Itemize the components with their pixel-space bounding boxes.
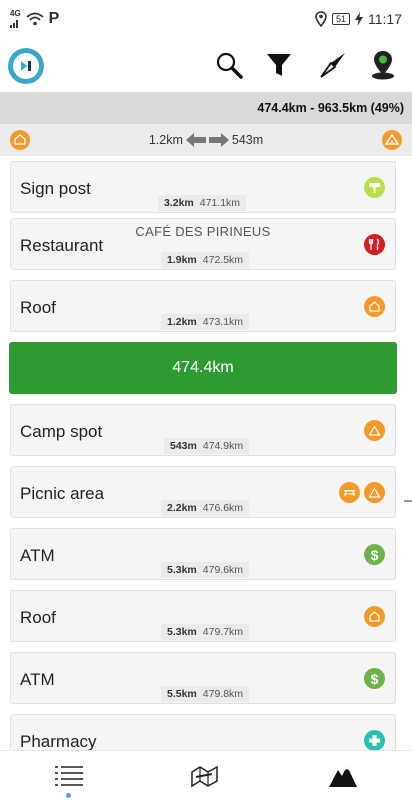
item-distance: 5.3km 479.6km [161,562,250,578]
list-item[interactable]: Roof 5.3km 479.7km [10,590,396,642]
toolbar [0,38,412,92]
item-name: Pharmacy [20,732,97,750]
camp-icon [364,482,385,503]
list-item[interactable]: ATM 5.5km 479.8km $ [10,652,396,704]
item-name: Roof [20,298,56,317]
next-distance: 543m [231,133,264,147]
arrow-right-icon [208,133,229,147]
signpost-icon [364,177,385,198]
atm-icon: $ [364,544,385,565]
item-name: Restaurant [20,236,104,255]
nearby-distance-row: 1.2km 543m [0,124,412,156]
arrow-left-icon [185,133,206,147]
list-item[interactable]: ATM 5.3km 479.6km $ [10,528,396,580]
battery-icon: 51 [331,13,350,25]
item-distance: 1.9km 472.5km [161,252,250,268]
app-screen: 4G P 51 11:17 474.4km - 963.5km (49%) 1.… [0,0,412,800]
filter-icon[interactable] [264,50,294,80]
previous-distance: 1.2km [148,133,183,147]
item-distance: 543m 474.9km [164,438,250,454]
item-name: Camp spot [20,422,103,441]
item-distance: 1.2km 473.1km [161,314,250,330]
parking-app-icon: P [48,10,60,27]
status-bar: 4G P 51 11:17 [0,0,412,38]
list-item[interactable]: Pharmacy [10,714,396,750]
map-icon[interactable] [190,763,220,789]
list-item[interactable]: Sign post 3.2km 471.1km [10,161,396,213]
list-icon[interactable] [54,763,84,789]
item-name: ATM [20,546,55,565]
active-tab-indicator [66,793,71,798]
roof-icon [364,606,385,627]
restaurant-icon [364,234,385,255]
current-position-banner[interactable]: 474.4km [9,342,397,394]
camp-icon [364,420,385,441]
compass-icon[interactable] [318,50,348,80]
item-name: Roof [20,608,56,627]
progress-summary: 474.4km - 963.5km (49%) [0,92,412,124]
camp-icon[interactable] [382,130,402,155]
list-item[interactable]: Camp spot 543m 474.9km [10,404,396,456]
location-icon [315,11,327,27]
bottom-navigation [0,750,412,800]
poi-list[interactable]: Sign post 3.2km 471.1km Restaurant CAFÉ D… [0,156,412,750]
elevation-icon[interactable] [328,763,358,789]
roof-icon [364,296,385,317]
atm-icon: $ [364,668,385,689]
app-logo-icon[interactable] [8,48,44,84]
charging-icon [355,12,363,26]
item-name: ATM [20,670,55,689]
map-pin-icon[interactable] [368,50,398,80]
list-item[interactable]: Roof 1.2km 473.1km [10,280,396,332]
list-item[interactable]: Picnic area 2.2km 476.6km [10,466,396,518]
item-name: Sign post [20,179,91,198]
network-indicator: 4G [10,10,21,28]
item-distance: 2.2km 476.6km [161,500,250,516]
item-distance: 3.2km 471.1km [158,195,247,211]
pharmacy-icon [364,730,385,750]
item-name: Picnic area [20,484,105,503]
item-distance: 5.5km 479.8km [161,686,250,702]
wifi-icon [26,12,44,26]
scroll-indicator[interactable] [404,500,412,502]
item-subtitle: CAFÉ DES PIRINEUS [135,224,271,239]
search-icon[interactable] [214,50,244,80]
list-item[interactable]: Restaurant CAFÉ DES PIRINEUS 1.9km 472.5k… [10,218,396,270]
picnic-table-icon [339,482,360,503]
clock: 11:17 [368,11,402,27]
item-distance: 5.3km 479.7km [161,624,250,640]
